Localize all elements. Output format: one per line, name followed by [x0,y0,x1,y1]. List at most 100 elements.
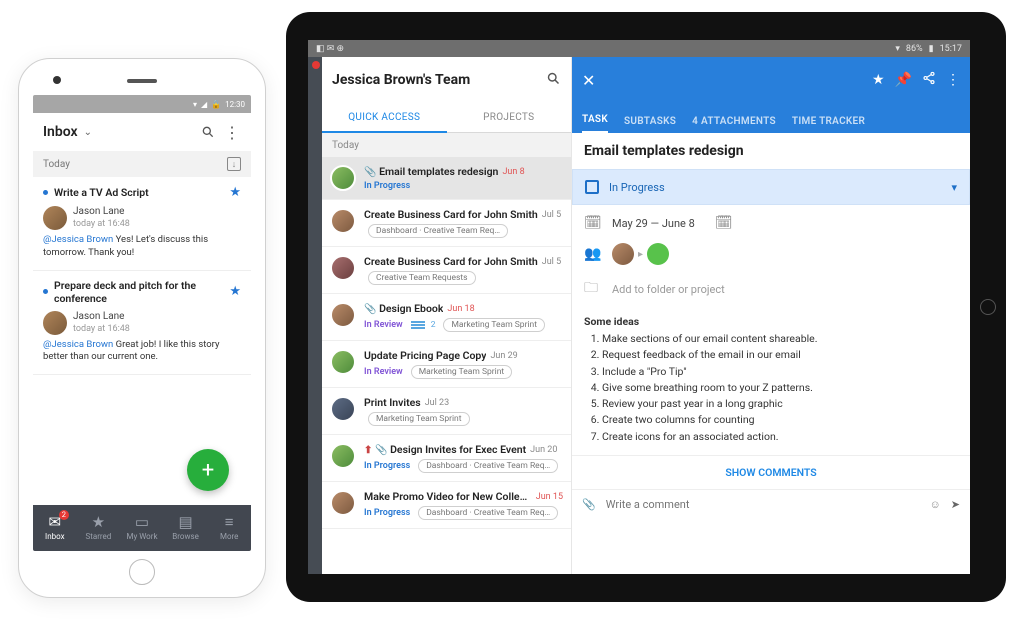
nav-starred[interactable]: ★ Starred [77,505,121,551]
subtasks-icon [411,321,425,329]
search-icon[interactable] [199,123,217,141]
search-icon[interactable] [546,71,561,90]
tablet-status-bar: ◧ ✉ ⊕ ▾ 86% ▮ 15:17 [308,40,970,57]
assignees: ▸ [612,243,669,265]
inbox-item-author: Jason Lane today at 16:48 [73,311,130,335]
folder-pill[interactable]: Dashboard · Creative Team Requests [368,224,508,238]
nav-inbox[interactable]: ✉ 2 Inbox [33,505,77,551]
idea-item: Create two columns for counting [602,412,958,428]
star-icon[interactable]: ★ [229,185,241,200]
phone-home-button[interactable] [129,559,155,585]
star-icon[interactable]: ★ [872,72,885,88]
phone-speaker [127,79,157,83]
folder-pill[interactable]: Marketing Team Sprint [443,318,545,332]
tab-quick-access[interactable]: QUICK ACCESS [322,103,447,133]
folder-pill[interactable]: Marketing Team Sprint [411,365,513,379]
task-detail-panel: ✕ ★ 📌 ⋮ TASK SUBTASKS 4 ATTACHMENTS TIME… [572,57,970,574]
more-vert-icon[interactable]: ⋮ [946,72,960,88]
inbox-item-author: Jason Lane today at 16:48 [73,206,130,230]
avatar [330,490,356,516]
idea-item: Include a "Pro Tip" [602,364,958,380]
today-section-header: Today [322,133,571,157]
battery-label: 86% [906,44,923,54]
task-date: Jun 18 [447,304,474,314]
calendar-plus-icon[interactable]: 🗓 [715,215,733,231]
detail-tab-attachments[interactable]: 4 ATTACHMENTS [692,116,776,133]
nav-more[interactable]: ≡ More [207,505,251,551]
tablet-screen: ◧ ✉ ⊕ ▾ 86% ▮ 15:17 Jessica Brown's Team [308,40,970,574]
tablet-home-button[interactable] [980,299,996,315]
emoji-icon[interactable]: ☺ [930,498,941,511]
inbox-item-message: @Jessica Brown Great job! I like this st… [43,339,241,365]
task-date: Jul 5 [542,257,561,267]
task-row[interactable]: 📎 Design EbookJun 18In Review2Marketing … [322,294,571,341]
avatar[interactable] [612,243,634,265]
team-title: Jessica Brown's Team [332,72,546,88]
star-icon[interactable]: ★ [229,284,241,299]
share-icon[interactable] [922,71,936,89]
checkbox-icon[interactable] [585,180,599,194]
mail-sys-icon: ◧ ✉ ⊕ [316,44,344,54]
folder-pill[interactable]: Dashboard · Creative Team Requ… [418,459,558,473]
task-status: In Progress [364,508,410,518]
detail-tab-subtasks[interactable]: SUBTASKS [624,116,676,133]
wifi-icon: ▾ [895,44,900,54]
send-icon[interactable]: ➤ [951,498,960,511]
today-label: Today [43,159,70,170]
phone-camera [53,76,61,84]
more-vert-icon[interactable]: ⋮ [223,123,241,141]
task-row[interactable]: ⬆ 📎 Design Invites for Exec EventJun 20I… [322,435,571,482]
folder-icon: ▤ [178,515,192,530]
task-row[interactable]: 📎 Email templates redesignJun 8In Progre… [322,157,571,200]
comment-bar: 📎 ☺ ➤ [572,490,970,519]
avatar [330,255,356,281]
task-row[interactable]: Make Promo Video for New CollectionJun 1… [322,482,571,529]
inbox-item[interactable]: Prepare deck and pitch for the conferenc… [33,271,251,376]
folder-row[interactable]: 🗀 Add to folder or project [572,275,970,311]
idea-item: Request feedback of the email in our ema… [602,347,958,363]
avatar [330,208,356,234]
dates-row[interactable]: 🗓 May 29 — June 8 🗓 [572,205,970,241]
ideas-header: Some ideas [584,315,958,328]
assignees-row[interactable]: 👥 ▸ [572,241,970,275]
task-title: Print Invites [364,396,421,409]
unread-dot-icon [43,289,48,294]
nav-mywork[interactable]: ▭ My Work [120,505,164,551]
unread-dot-icon [43,190,48,195]
show-comments-button[interactable]: SHOW COMMENTS [572,455,970,490]
inbox-item[interactable]: Write a TV Ad Script ★ Jason Lane today … [33,177,251,271]
task-row[interactable]: Update Pricing Page CopyJun 29In ReviewM… [322,341,571,388]
task-status: In Review [364,367,403,377]
phone-inbox-list[interactable]: Write a TV Ad Script ★ Jason Lane today … [33,177,251,505]
folder-pill[interactable]: Dashboard · Creative Team Requ… [418,506,558,520]
mini-sidebar[interactable] [308,57,322,574]
detail-tab-task[interactable]: TASK [582,114,608,133]
close-icon[interactable]: ✕ [582,71,595,90]
detail-tab-timetracker[interactable]: TIME TRACKER [792,116,865,133]
inbox-title[interactable]: Inbox [43,124,78,140]
comment-input[interactable] [606,498,920,511]
task-title[interactable]: Email templates redesign [572,133,970,169]
folder-pill[interactable]: Marketing Team Sprint [368,412,470,426]
status-dropdown[interactable]: In Progress ▾ [572,169,970,205]
task-title: 📎 Design Ebook [364,302,443,315]
attach-icon[interactable]: 📎 [582,498,596,511]
archive-icon[interactable]: ↓ [227,157,241,171]
task-list[interactable]: 📎 Email templates redesignJun 8In Progre… [322,157,571,574]
task-description[interactable]: Some ideas Make sections of our email co… [572,311,970,455]
tab-projects[interactable]: PROJECTS [447,103,572,132]
pin-icon[interactable]: 📌 [895,72,912,88]
avatar [330,443,356,469]
nav-browse[interactable]: ▤ Browse [164,505,208,551]
team-header: Jessica Brown's Team [322,57,571,103]
task-row[interactable]: Create Business Card for John SmithJul 5… [322,200,571,247]
avatar[interactable] [647,243,669,265]
status-label: In Progress [609,181,665,194]
task-title: 📎 Email templates redesign [364,165,498,178]
folder-pill[interactable]: Creative Team Requests [368,271,476,285]
task-row[interactable]: Print InvitesJul 23Marketing Team Sprint [322,388,571,435]
detail-tabs: TASK SUBTASKS 4 ATTACHMENTS TIME TRACKER [572,103,970,133]
task-row[interactable]: Create Business Card for John SmithJul 5… [322,247,571,294]
fab-add-button[interactable]: + [187,449,229,491]
dropdown-icon[interactable]: ⌄ [84,127,92,138]
